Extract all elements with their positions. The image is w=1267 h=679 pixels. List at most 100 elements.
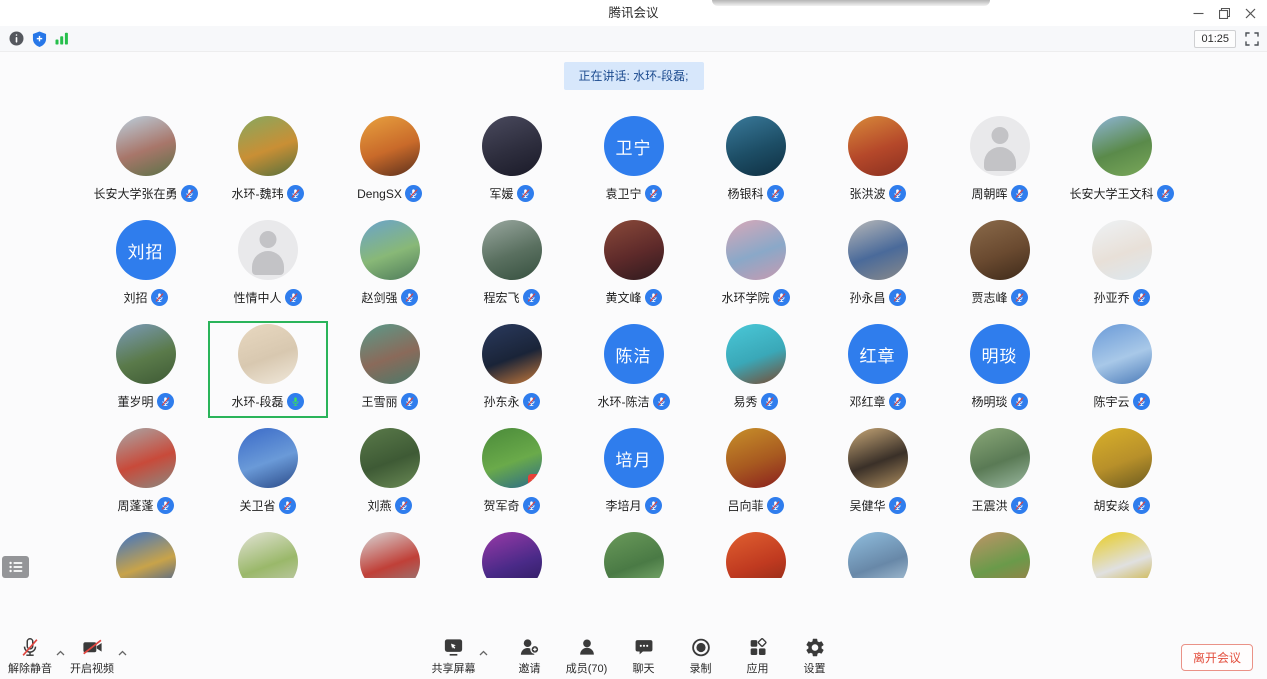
participant-name-row: 王震洪 xyxy=(971,497,1027,514)
participant-tile[interactable]: 张洪波 xyxy=(817,110,939,214)
participant-tile[interactable]: 长安大学张在勇 xyxy=(85,110,207,214)
participant-tile[interactable]: 孙亚乔 xyxy=(1061,214,1183,318)
mic-muted-icon xyxy=(523,393,540,410)
participant-name-row: 孙亚乔 xyxy=(1093,289,1149,306)
participant-name: 孙亚乔 xyxy=(1093,289,1129,306)
participant-tile[interactable] xyxy=(329,526,451,578)
participant-tile[interactable]: 易秀 xyxy=(695,318,817,422)
title-bar: 腾讯会议 xyxy=(0,0,1267,26)
participant-name: 孙东永 xyxy=(483,393,519,410)
leave-meeting-button[interactable]: 离开会议 xyxy=(1181,644,1253,671)
participant-tile[interactable]: 王雪丽 xyxy=(329,318,451,422)
video-options-chevron-icon[interactable] xyxy=(114,650,130,656)
participant-tile[interactable]: 吕向菲 xyxy=(695,422,817,526)
network-signal-icon[interactable] xyxy=(55,32,69,45)
participant-tile[interactable]: 周蓬蓬 xyxy=(85,422,207,526)
mic-muted-icon xyxy=(889,185,906,202)
camera-off-icon xyxy=(81,636,104,659)
participant-tile[interactable]: 性情中人 xyxy=(207,214,329,318)
restore-button[interactable] xyxy=(1211,0,1237,26)
participant-tile[interactable]: 黄文峰 xyxy=(573,214,695,318)
participant-tile[interactable] xyxy=(817,526,939,578)
participant-avatar: 陈洁 xyxy=(604,324,664,384)
participant-name-row: 长安大学王文科 xyxy=(1069,185,1173,202)
participant-name-row: 性情中人 xyxy=(233,289,301,306)
participant-tile[interactable] xyxy=(939,526,1061,578)
participant-tile[interactable]: 孙东永 xyxy=(451,318,573,422)
participant-avatar: 红章 xyxy=(848,324,908,384)
participant-tile[interactable] xyxy=(85,526,207,578)
audio-options-chevron-icon[interactable] xyxy=(52,650,68,656)
participant-name: 周朝晖 xyxy=(971,185,1007,202)
participant-tile[interactable]: 孙永昌 xyxy=(817,214,939,318)
participant-tile[interactable]: 卫宁 袁卫宁 xyxy=(573,110,695,214)
mic-muted-icon xyxy=(401,393,418,410)
invite-button[interactable]: 邀请 xyxy=(509,636,551,676)
participant-tile[interactable]: ★ 贺军奇 xyxy=(451,422,573,526)
mic-muted-icon xyxy=(767,185,784,202)
security-shield-icon[interactable] xyxy=(32,31,47,47)
participant-tile[interactable]: 红章 邓红章 xyxy=(817,318,939,422)
share-options-chevron-icon[interactable] xyxy=(476,650,492,656)
participant-tile[interactable]: 杨银科 xyxy=(695,110,817,214)
participant-tile[interactable]: 关卫省 xyxy=(207,422,329,526)
participant-tile[interactable]: 王震洪 xyxy=(939,422,1061,526)
participant-tile[interactable]: 陈洁 水环-陈洁 xyxy=(573,318,695,422)
participant-tile[interactable]: 周朝晖 xyxy=(939,110,1061,214)
participant-tile[interactable]: 刘招 刘招 xyxy=(85,214,207,318)
participant-tile[interactable]: 程宏飞 xyxy=(451,214,573,318)
mic-muted-icon xyxy=(285,289,302,306)
participant-name: 水环-陈洁 xyxy=(598,393,650,410)
apps-button[interactable]: 应用 xyxy=(737,636,779,676)
participant-tile[interactable]: 水环学院 xyxy=(695,214,817,318)
participant-name-row: 贾志峰 xyxy=(971,289,1027,306)
participant-avatar xyxy=(238,116,298,176)
chat-button[interactable]: 聊天 xyxy=(623,636,665,676)
participant-avatar xyxy=(604,532,664,578)
minimize-button[interactable] xyxy=(1185,0,1211,26)
participant-name-row: 刘燕 xyxy=(367,497,411,514)
meeting-info-icon[interactable] xyxy=(9,31,24,46)
mic-muted-icon xyxy=(1011,185,1028,202)
participant-tile[interactable] xyxy=(451,526,573,578)
participant-tile[interactable]: 赵剑强 xyxy=(329,214,451,318)
participant-tile[interactable]: 培月 李培月 xyxy=(573,422,695,526)
share-screen-icon xyxy=(442,636,465,659)
participant-name: DengSX xyxy=(357,187,402,201)
start-video-button[interactable]: 开启视频 xyxy=(70,636,114,676)
participant-tile[interactable]: 明琰 杨明琰 xyxy=(939,318,1061,422)
mic-muted-icon xyxy=(761,393,778,410)
participant-tile[interactable]: 董岁明 xyxy=(85,318,207,422)
view-mode-toggle-button[interactable] xyxy=(2,556,29,578)
participant-name: 袁卫宁 xyxy=(605,185,641,202)
participant-tile[interactable]: 水环-魏玮 xyxy=(207,110,329,214)
participant-avatar xyxy=(726,116,786,176)
participant-tile[interactable]: 吴健华 xyxy=(817,422,939,526)
participant-avatar xyxy=(970,428,1030,488)
participant-tile[interactable] xyxy=(1061,526,1183,578)
participant-tile[interactable]: 胡安焱 xyxy=(1061,422,1183,526)
participant-name-row: 军媛 xyxy=(489,185,533,202)
participant-name-row: 长安大学张在勇 xyxy=(93,185,197,202)
participant-tile[interactable]: 陈宇云 xyxy=(1061,318,1183,422)
participant-avatar xyxy=(726,532,786,578)
participant-tile[interactable] xyxy=(207,526,329,578)
fullscreen-icon[interactable] xyxy=(1245,32,1259,46)
unmute-button[interactable]: 解除静音 xyxy=(8,636,52,676)
participant-tile[interactable] xyxy=(695,526,817,578)
participant-tile[interactable]: 贾志峰 xyxy=(939,214,1061,318)
participant-tile[interactable]: DengSX xyxy=(329,110,451,214)
participant-tile[interactable]: 刘燕 xyxy=(329,422,451,526)
participant-name: 刘燕 xyxy=(367,497,391,514)
participant-name: 周蓬蓬 xyxy=(117,497,153,514)
members-button[interactable]: 成员(70) xyxy=(566,636,608,676)
record-button[interactable]: 录制 xyxy=(680,636,722,676)
mic-muted-icon xyxy=(19,636,41,659)
participant-tile[interactable]: 水环-段磊 xyxy=(207,318,329,422)
participant-tile[interactable]: 长安大学王文科 xyxy=(1061,110,1183,214)
participant-tile[interactable] xyxy=(573,526,695,578)
share-screen-button[interactable]: 共享屏幕 xyxy=(432,636,476,676)
close-button[interactable] xyxy=(1237,0,1263,26)
participant-tile[interactable]: 军媛 xyxy=(451,110,573,214)
settings-button[interactable]: 设置 xyxy=(794,636,836,676)
